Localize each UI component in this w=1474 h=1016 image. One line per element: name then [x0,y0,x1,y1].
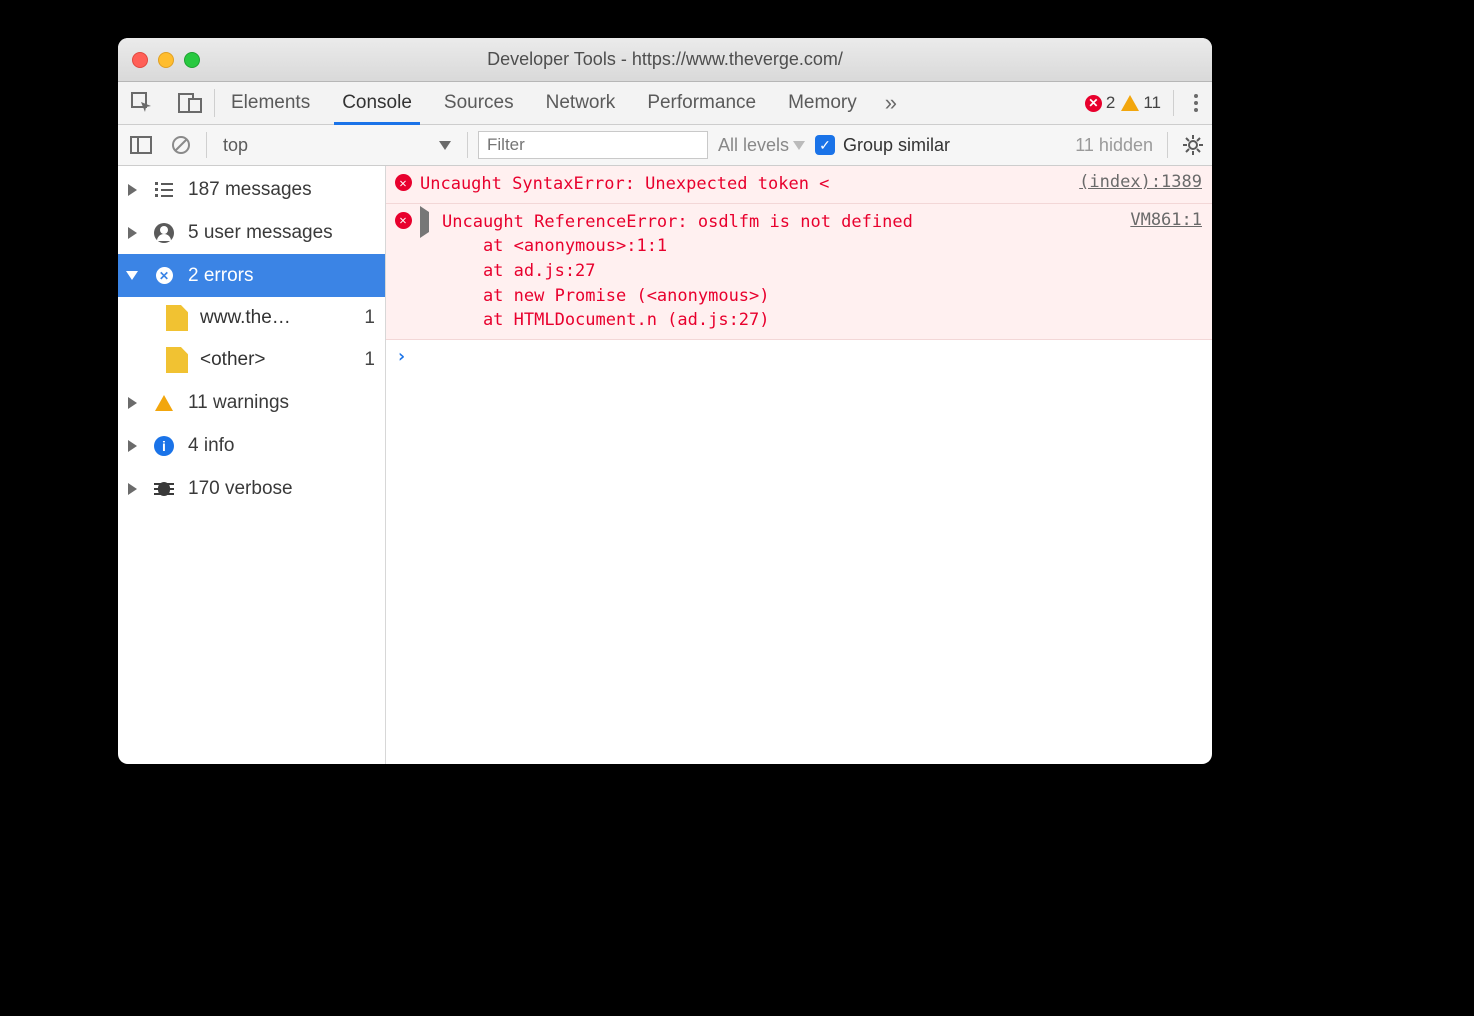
sidebar-item-messages[interactable]: 187 messages [118,168,385,211]
more-tabs-icon[interactable]: » [873,82,909,124]
console-error-entry[interactable]: ✕ Uncaught ReferenceError: osdlfm is not… [386,204,1212,340]
warning-icon [1121,95,1139,111]
chevron-right-icon [128,397,137,409]
panel-tabs: Elements Console Sources Network Perform… [215,82,873,124]
message-source-link[interactable]: VM861:1 [1130,210,1202,230]
log-levels-select[interactable]: All levels [718,135,805,156]
chevron-right-icon [128,440,137,452]
console-error-entry[interactable]: ✕ Uncaught SyntaxError: Unexpected token… [386,166,1212,204]
group-similar-label: Group similar [843,135,950,156]
tab-performance[interactable]: Performance [631,82,772,124]
sidebar-error-source[interactable]: <other> 1 [118,339,385,381]
file-icon [166,347,188,373]
titlebar: Developer Tools - https://www.theverge.c… [118,38,1212,82]
devtools-window: Developer Tools - https://www.theverge.c… [118,38,1212,764]
warnings-badge[interactable]: 11 [1121,93,1161,113]
console-prompt[interactable]: › [386,340,1212,373]
chevron-right-icon [128,184,137,196]
sidebar-item-count: 1 [364,349,375,371]
error-icon: ✕ [394,172,412,197]
separator [1167,132,1168,158]
chevron-down-icon [793,141,805,150]
filter-input[interactable] [478,131,708,159]
sidebar-item-verbose[interactable]: 170 verbose [118,467,385,510]
sidebar-item-info[interactable]: i 4 info [118,424,385,467]
bug-icon [152,479,176,499]
expand-stack-icon[interactable] [420,210,434,333]
message-source-link[interactable]: (index):1389 [1079,172,1202,192]
window-title: Developer Tools - https://www.theverge.c… [118,49,1212,70]
inspect-element-icon[interactable] [118,82,166,124]
sidebar-item-user-messages[interactable]: 5 user messages [118,211,385,254]
separator [467,132,468,158]
tab-console[interactable]: Console [326,82,428,124]
sidebar-item-label: 11 warnings [188,392,289,414]
tab-network[interactable]: Network [530,82,632,124]
chevron-right-icon [128,227,137,239]
sidebar-item-warnings[interactable]: 11 warnings [118,381,385,424]
settings-menu-icon[interactable] [1186,94,1206,112]
sidebar-item-label: <other> [200,349,352,371]
tab-elements[interactable]: Elements [215,82,326,124]
group-similar-checkbox[interactable]: ✓ [815,135,835,155]
separator [206,132,207,158]
sidebar-item-count: 1 [364,307,375,329]
device-toolbar-icon[interactable] [166,82,214,124]
console-filterbar: top All levels ✓ Group similar 11 hidden [118,125,1212,166]
info-icon: i [152,436,176,456]
tabbar-right: ✕ 2 11 [1085,82,1212,124]
message-text: Uncaught SyntaxError: Unexpected token < [420,172,1071,197]
file-icon [166,305,188,331]
error-icon: ✕ [394,210,412,333]
chevron-right-icon [128,483,137,495]
execution-context-select[interactable]: top [217,135,457,156]
devtools-tabbar: Elements Console Sources Network Perform… [118,82,1212,125]
separator [1173,90,1174,116]
error-icon: ✕ [1085,95,1102,112]
hidden-count[interactable]: 11 hidden [1075,135,1153,156]
sidebar-item-label: www.the… [200,307,352,329]
sidebar-item-errors[interactable]: ✕ 2 errors [118,254,385,297]
error-icon: ✕ [152,267,176,284]
list-icon [152,182,176,197]
console-sidebar: 187 messages 5 user messages ✕ 2 errors … [118,166,386,764]
console-messages: ✕ Uncaught SyntaxError: Unexpected token… [386,166,1212,764]
sidebar-item-label: 170 verbose [188,478,293,500]
errors-badge[interactable]: ✕ 2 [1085,93,1115,113]
chevron-down-icon [439,141,451,150]
clear-console-icon[interactable] [166,135,196,155]
minimize-window-button[interactable] [158,52,174,68]
close-window-button[interactable] [132,52,148,68]
user-icon [152,223,176,243]
tab-sources[interactable]: Sources [428,82,530,124]
sidebar-error-source[interactable]: www.the… 1 [118,297,385,339]
message-text: Uncaught ReferenceError: osdlfm is not d… [442,210,1122,333]
chevron-down-icon [126,271,138,280]
window-controls [118,52,200,68]
sidebar-item-label: 187 messages [188,179,312,201]
console-body: 187 messages 5 user messages ✕ 2 errors … [118,166,1212,764]
sidebar-item-label: 4 info [188,435,234,457]
tab-memory[interactable]: Memory [772,82,873,124]
sidebar-item-label: 2 errors [188,265,253,287]
warning-icon [152,395,176,411]
console-settings-icon[interactable] [1182,134,1204,156]
sidebar-item-label: 5 user messages [188,222,333,244]
zoom-window-button[interactable] [184,52,200,68]
toggle-sidebar-icon[interactable] [126,136,156,154]
execution-context-value: top [223,135,248,156]
